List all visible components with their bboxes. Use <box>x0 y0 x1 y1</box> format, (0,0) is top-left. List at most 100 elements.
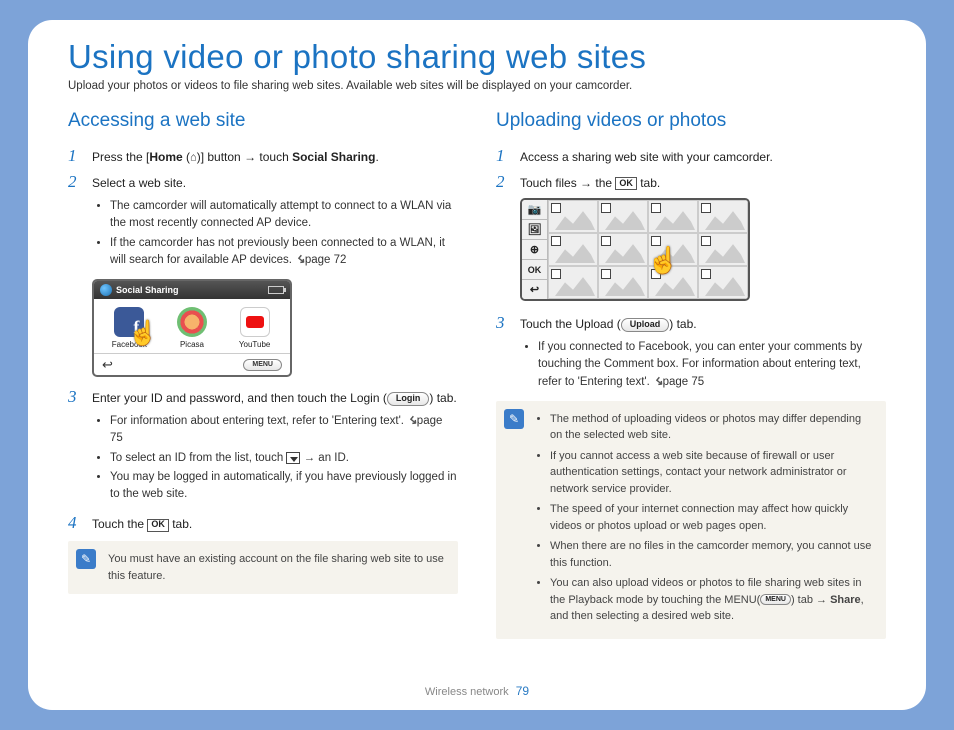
ok-tab[interactable]: OK <box>615 177 637 190</box>
note-icon: ✎ <box>76 549 96 569</box>
text: ) tab. <box>669 317 696 331</box>
bullet: If you connected to Facebook, you can en… <box>538 339 886 391</box>
touch-hand-icon: ☝ <box>647 245 679 276</box>
facebook-icon <box>114 307 144 337</box>
step-number: 3 <box>496 313 510 333</box>
step-2-bullets: The camcorder will automatically attempt… <box>96 198 458 269</box>
note-text: You must have an existing account on the… <box>108 553 444 582</box>
camera-icon[interactable]: 📷 <box>522 200 547 220</box>
ok-tab[interactable]: OK <box>147 519 169 532</box>
thumbnail[interactable] <box>698 233 748 266</box>
note-bullet: The speed of your internet connection ma… <box>550 501 874 534</box>
page-number: 79 <box>516 684 529 698</box>
app-facebook[interactable]: Facebook <box>103 307 155 349</box>
note-bullet: When there are no files in the camcorder… <box>550 538 874 571</box>
thumbnail[interactable] <box>598 233 648 266</box>
page-ref: page 72 <box>305 254 347 266</box>
app-label: YouTube <box>239 340 270 349</box>
bullet: To select an ID from the list, touch → a… <box>110 450 458 467</box>
globe-icon <box>100 284 112 296</box>
step-1: 1 Press the [Home (⌂)] button → touch So… <box>68 146 458 166</box>
step-3-bullets: For information about entering text, ref… <box>96 413 458 503</box>
step-number: 4 <box>68 513 82 533</box>
thumbnail[interactable] <box>548 266 598 299</box>
camcorder-titlebar: Social Sharing <box>94 281 290 299</box>
step-4: 4 Touch the OK tab. <box>68 513 458 533</box>
text: Touch the Upload ( <box>520 317 621 331</box>
note-box-tips: ✎ The method of uploading videos or phot… <box>496 401 886 639</box>
picasa-icon <box>177 307 207 337</box>
app-youtube[interactable]: YouTube <box>229 307 281 349</box>
thumbnail-sidebar: 📷 🖼 ⊕ OK ↩ <box>522 200 548 299</box>
note-bullet: The method of uploading videos or photos… <box>550 411 874 444</box>
app-label: Picasa <box>180 340 204 349</box>
text: Touch the <box>92 517 147 531</box>
share-label: Share <box>830 594 861 606</box>
step-number: 1 <box>68 146 82 166</box>
camcorder-title: Social Sharing <box>116 285 264 295</box>
step-1: 1 Access a sharing web site with your ca… <box>496 146 886 166</box>
app-label: Facebook <box>112 340 147 349</box>
thumbnail[interactable] <box>698 200 748 233</box>
text: . <box>375 150 378 164</box>
step-3: 3 Enter your ID and password, and then t… <box>68 387 458 407</box>
thumbnail[interactable] <box>548 200 598 233</box>
text: tab. <box>169 517 192 531</box>
text: )] button → touch <box>197 150 292 164</box>
thumbnail[interactable] <box>648 200 698 233</box>
thumbnail[interactable] <box>698 266 748 299</box>
footer-section: Wireless network <box>425 686 509 698</box>
section-heading-accessing: Accessing a web site <box>68 110 458 132</box>
text: Select a web site. <box>92 172 186 192</box>
step-3: 3 Touch the Upload (Upload) tab. <box>496 313 886 333</box>
text: Enter your ID and password, and then tou… <box>92 391 387 405</box>
note-box-account: ✎ You must have an existing account on t… <box>68 541 458 594</box>
bullet: For information about entering text, ref… <box>110 413 458 448</box>
step-2: 2 Touch files → the OK tab. <box>496 172 886 192</box>
upload-button[interactable]: Upload <box>621 318 670 332</box>
back-icon[interactable]: ↩ <box>102 357 113 373</box>
menu-button[interactable]: MENU <box>243 359 282 371</box>
page-title: Using video or photo sharing web sites <box>68 38 886 76</box>
dropdown-icon[interactable] <box>286 452 300 464</box>
manual-page: Using video or photo sharing web sites U… <box>28 20 926 710</box>
menu-button[interactable]: MENU <box>760 594 791 605</box>
app-picasa[interactable]: Picasa <box>166 307 218 349</box>
battery-icon <box>268 286 284 294</box>
step-number: 2 <box>496 172 510 192</box>
page-footer: Wireless network 79 <box>28 684 926 698</box>
app-row: Facebook Picasa YouTube ☝ <box>94 299 290 353</box>
step-2: 2 Select a web site. <box>68 172 458 192</box>
bullet: You may be logged in automatically, if y… <box>110 469 458 504</box>
intro-text: Upload your photos or videos to file sha… <box>68 80 886 92</box>
social-sharing-label: Social Sharing <box>292 150 375 164</box>
step-number: 1 <box>496 146 510 166</box>
text: Touch files → the <box>520 176 615 190</box>
text: Access a sharing web site with your camc… <box>520 146 773 166</box>
step-3-bullets: If you connected to Facebook, you can en… <box>524 339 886 391</box>
step-number: 3 <box>68 387 82 407</box>
gallery-icon[interactable]: 🖼 <box>522 220 547 240</box>
thumbnail[interactable] <box>598 200 648 233</box>
text: ( <box>183 150 190 164</box>
thumbnail[interactable] <box>548 233 598 266</box>
bullet: The camcorder will automatically attempt… <box>110 198 458 233</box>
thumbnail[interactable] <box>598 266 648 299</box>
text: ) tab. <box>429 391 456 405</box>
note-bullet: If you cannot access a web site because … <box>550 448 874 498</box>
add-icon[interactable]: ⊕ <box>522 240 547 260</box>
left-column: Accessing a web site 1 Press the [Home (… <box>68 110 458 639</box>
note-icon: ✎ <box>504 409 524 429</box>
camcorder-screenshot-thumbnails: 📷 🖼 ⊕ OK ↩ ☝ <box>520 198 750 301</box>
home-label: Home <box>149 150 182 164</box>
youtube-icon <box>240 307 270 337</box>
ok-tab[interactable]: OK <box>522 260 547 280</box>
step-number: 2 <box>68 172 82 192</box>
camcorder-screenshot-social: Social Sharing Facebook Picasa YouTube <box>92 279 292 377</box>
login-button[interactable]: Login <box>387 392 430 406</box>
back-icon[interactable]: ↩ <box>522 280 547 299</box>
text: Press the [ <box>92 150 149 164</box>
text: tab. <box>637 176 660 190</box>
right-column: Uploading videos or photos 1 Access a sh… <box>496 110 886 639</box>
home-icon: ⌂ <box>190 152 197 164</box>
